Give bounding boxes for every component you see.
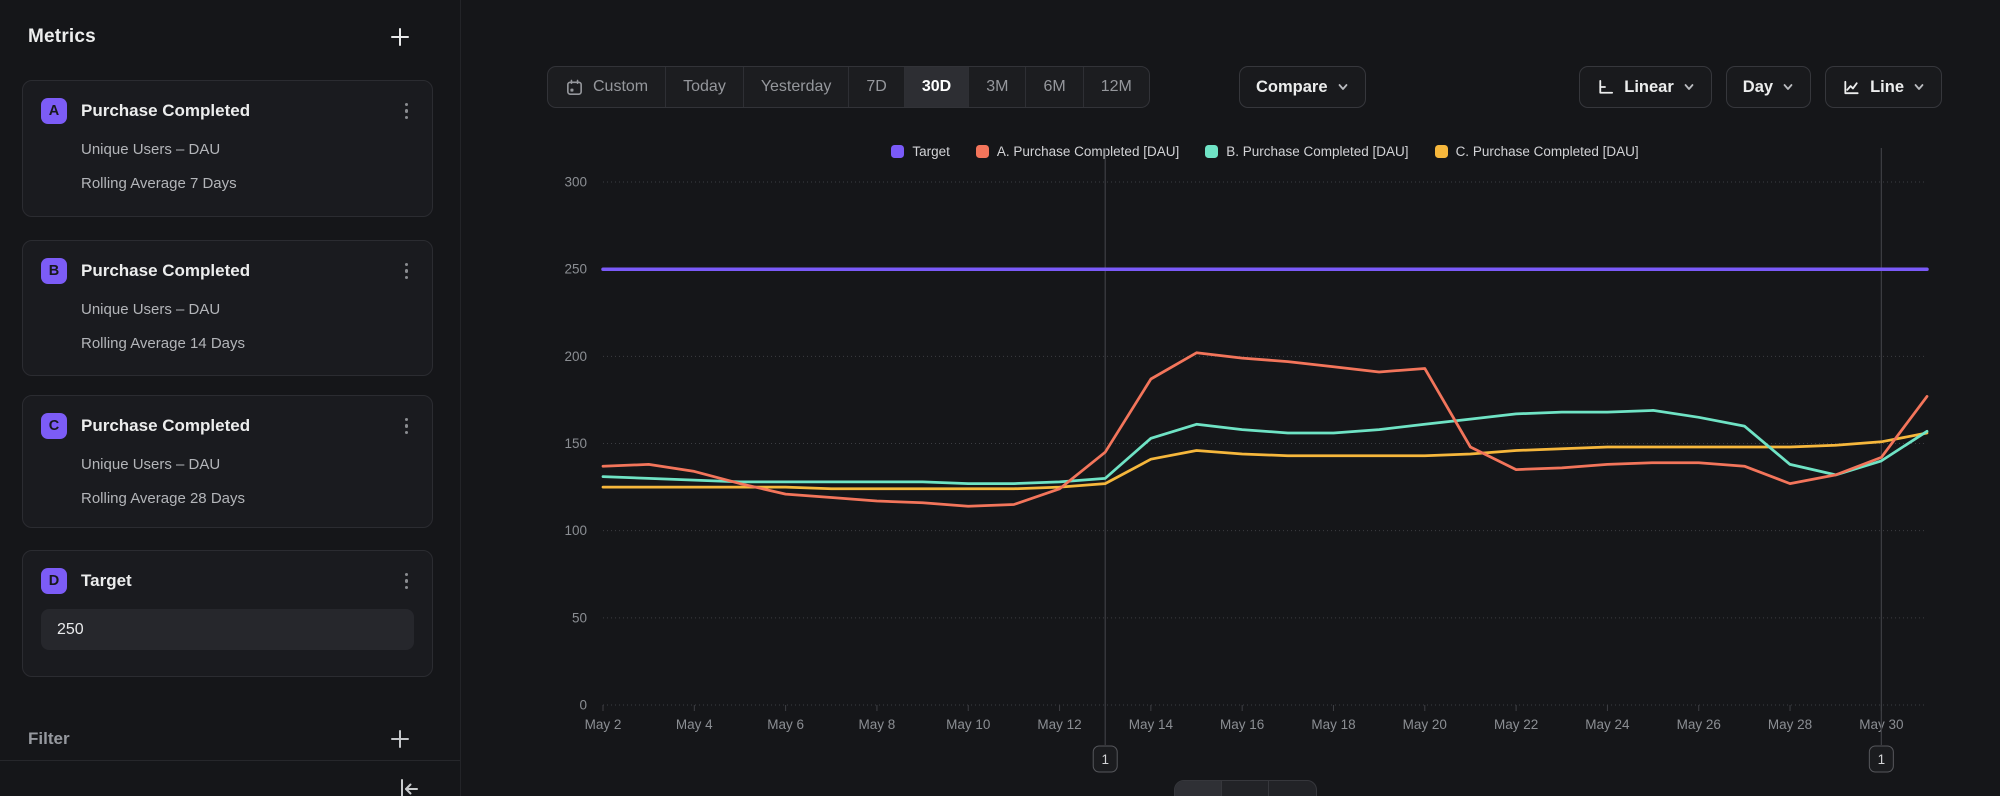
filter-title: Filter xyxy=(28,729,70,749)
metric-card-title: Purchase Completed xyxy=(81,261,399,281)
sidebar: Metrics A Purchase Completed Unique Users … xyxy=(0,0,461,796)
chart-size-large-button[interactable] xyxy=(1175,781,1222,796)
annotation-badge-label: 1 xyxy=(1101,752,1109,767)
kebab-menu-icon[interactable] xyxy=(399,99,415,124)
chart-size-medium-button[interactable] xyxy=(1269,781,1316,796)
x-axis-label: May 16 xyxy=(1220,717,1264,732)
target-card-header: D Target xyxy=(41,568,414,594)
chart-panel: CustomTodayYesterday7D30D3M6M12M Compare… xyxy=(461,0,2000,796)
y-axis-label: 0 xyxy=(579,698,587,713)
metric-letter-badge: D xyxy=(41,568,67,594)
x-axis-label: May 28 xyxy=(1768,717,1812,732)
target-card-title: Target xyxy=(81,571,399,591)
x-axis-label: May 6 xyxy=(767,717,804,732)
collapse-sidebar-icon xyxy=(396,776,422,796)
y-axis-label: 200 xyxy=(564,349,587,364)
chart-size-small-button[interactable] xyxy=(1222,781,1269,796)
series-line-c xyxy=(603,433,1927,489)
metric-card-header: C Purchase Completed xyxy=(41,413,414,439)
annotation-badge-label: 1 xyxy=(1878,752,1886,767)
target-value-input[interactable] xyxy=(41,609,414,650)
kebab-menu-icon[interactable] xyxy=(399,414,415,439)
metric-card-title: Purchase Completed xyxy=(81,416,399,436)
metric-card-header: A Purchase Completed xyxy=(41,98,414,124)
y-axis-label: 300 xyxy=(564,175,587,190)
app-root: Metrics A Purchase Completed Unique Users … xyxy=(0,0,2000,796)
metric-measure-label: Unique Users – DAU xyxy=(81,456,414,473)
x-axis-label: May 20 xyxy=(1403,717,1447,732)
x-axis-label: May 2 xyxy=(585,717,622,732)
sidebar-divider xyxy=(0,760,460,761)
x-axis-label: May 22 xyxy=(1494,717,1538,732)
x-axis-label: May 10 xyxy=(946,717,990,732)
y-axis-label: 150 xyxy=(564,436,587,451)
metric-rolling-label: Rolling Average 28 Days xyxy=(81,490,414,507)
metric-rolling-label: Rolling Average 7 Days xyxy=(81,175,414,192)
metric-letter-badge: B xyxy=(41,258,67,284)
add-filter-button[interactable] xyxy=(388,727,412,751)
annotation-badge[interactable]: 1 xyxy=(1869,746,1893,772)
target-card: D Target xyxy=(22,550,433,677)
metric-measure-label: Unique Users – DAU xyxy=(81,301,414,318)
kebab-menu-icon[interactable] xyxy=(399,569,415,594)
filter-header: Filter xyxy=(28,724,412,754)
add-metric-button[interactable] xyxy=(388,25,412,49)
x-axis-label: May 8 xyxy=(859,717,896,732)
chart-size-control xyxy=(1174,780,1317,796)
collapse-sidebar-button[interactable] xyxy=(396,776,422,796)
metric-measure-label: Unique Users – DAU xyxy=(81,141,414,158)
annotation-badge[interactable]: 1 xyxy=(1093,746,1117,772)
metric-card-header: B Purchase Completed xyxy=(41,258,414,284)
x-axis-label: May 18 xyxy=(1311,717,1355,732)
x-axis-label: May 12 xyxy=(1037,717,1081,732)
y-axis-label: 100 xyxy=(564,523,587,538)
metric-letter-badge: C xyxy=(41,413,67,439)
kebab-menu-icon[interactable] xyxy=(399,259,415,284)
metric-card: A Purchase Completed Unique Users – DAU Rol… xyxy=(22,80,433,217)
metric-card: B Purchase Completed Unique Users – DAU Rol… xyxy=(22,240,433,376)
y-axis-label: 250 xyxy=(564,262,587,277)
metrics-header: Metrics xyxy=(28,22,412,52)
x-axis-label: May 26 xyxy=(1677,717,1721,732)
metric-card: C Purchase Completed Unique Users – DAU Rol… xyxy=(22,395,433,528)
x-axis-label: May 24 xyxy=(1585,717,1630,732)
metric-rolling-label: Rolling Average 14 Days xyxy=(81,335,414,352)
y-axis-label: 50 xyxy=(572,610,587,625)
metrics-title: Metrics xyxy=(28,26,96,48)
x-axis-label: May 4 xyxy=(676,717,713,732)
metric-card-title: Purchase Completed xyxy=(81,101,399,121)
metric-letter-badge: A xyxy=(41,98,67,124)
x-axis-label: May 14 xyxy=(1129,717,1174,732)
line-chart[interactable]: 0 50 100 150 200 250 300 May 2 May 4 May 6 May 8 Ma… xyxy=(461,0,1999,796)
